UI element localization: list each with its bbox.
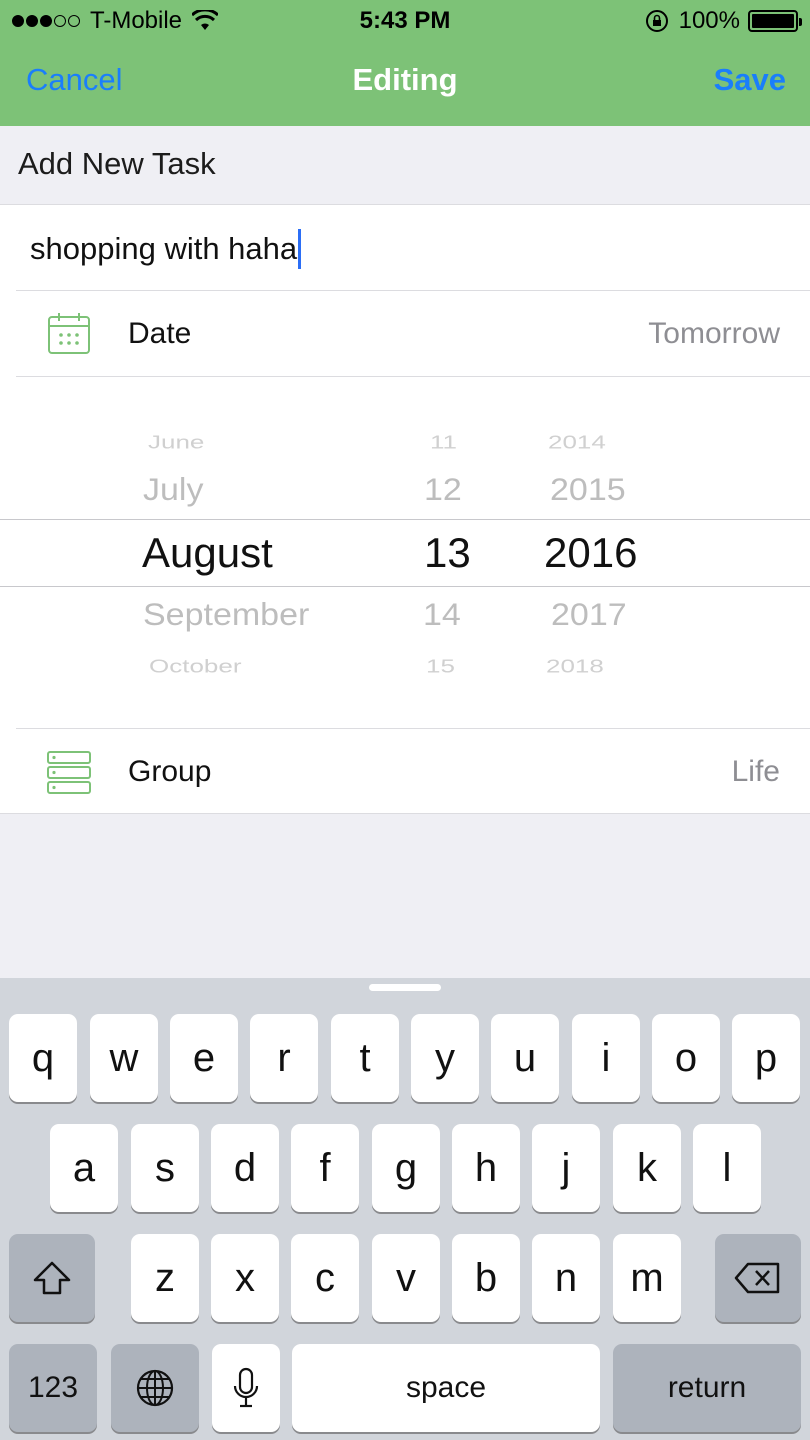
picker-selection-bottom [0, 586, 810, 587]
picker-day-item[interactable]: 14 [423, 598, 461, 634]
key-w[interactable]: w [90, 1014, 158, 1102]
picker-selection-top [0, 519, 810, 520]
key-s[interactable]: s [131, 1124, 199, 1212]
save-button[interactable]: Save [714, 62, 786, 98]
keyboard: q w e r t y u i o p a s d f g h j k l z … [0, 978, 810, 1440]
page-title: Editing [352, 62, 458, 97]
space-key[interactable]: space [292, 1344, 600, 1432]
dictation-key[interactable] [212, 1344, 280, 1432]
numbers-key[interactable]: 123 [9, 1344, 97, 1432]
picker-day-item[interactable]: 12 [424, 473, 462, 509]
key-i[interactable]: i [572, 1014, 640, 1102]
date-picker[interactable]: June July August September October 11 12… [0, 377, 810, 727]
navigation-bar: Cancel Editing Save [0, 48, 810, 118]
calendar-icon [48, 313, 90, 354]
group-value: Life [731, 755, 780, 788]
picker-year-item[interactable]: 2018 [546, 655, 604, 677]
key-h[interactable]: h [452, 1124, 520, 1212]
microphone-icon [233, 1367, 259, 1408]
shift-key[interactable] [9, 1234, 95, 1322]
key-c[interactable]: c [291, 1234, 359, 1322]
text-cursor [298, 229, 302, 269]
picker-month-item[interactable]: September [143, 598, 309, 634]
shift-icon [33, 1261, 71, 1295]
globe-key[interactable] [111, 1344, 199, 1432]
key-k[interactable]: k [613, 1124, 681, 1212]
return-key[interactable]: return [613, 1344, 801, 1432]
rotation-lock-icon [645, 10, 668, 32]
backspace-icon [734, 1262, 780, 1294]
key-b[interactable]: b [452, 1234, 520, 1322]
key-y[interactable]: y [411, 1014, 479, 1102]
picker-month-item[interactable]: July [143, 473, 203, 509]
delete-key[interactable] [715, 1234, 801, 1322]
date-label: Date [128, 317, 192, 350]
list-icon [47, 751, 91, 794]
key-a[interactable]: a [50, 1124, 118, 1212]
key-l[interactable]: l [693, 1124, 761, 1212]
section-title: Add New Task [18, 146, 216, 181]
picker-year-selected[interactable]: 2016 [544, 529, 637, 577]
picker-month-item[interactable]: October [149, 655, 242, 677]
date-row[interactable]: Date Tomorrow [0, 291, 810, 377]
key-r[interactable]: r [250, 1014, 318, 1102]
task-text-value: shopping with haha [30, 231, 298, 266]
picker-year-item[interactable]: 2015 [550, 473, 626, 509]
globe-icon [136, 1369, 174, 1407]
battery-percent: 100% [678, 7, 740, 34]
key-o[interactable]: o [652, 1014, 720, 1102]
key-z[interactable]: z [131, 1234, 199, 1322]
picker-month-selected[interactable]: August [142, 529, 273, 577]
battery-icon [748, 10, 802, 32]
key-n[interactable]: n [532, 1234, 600, 1322]
key-u[interactable]: u [491, 1014, 559, 1102]
key-t[interactable]: t [331, 1014, 399, 1102]
task-form: shopping with haha Date Tomorrow June Ju… [0, 204, 810, 814]
key-f[interactable]: f [291, 1124, 359, 1212]
key-p[interactable]: p [732, 1014, 800, 1102]
date-value: Tomorrow [648, 317, 780, 350]
picker-day-item[interactable]: 11 [430, 431, 457, 453]
key-q[interactable]: q [9, 1014, 77, 1102]
status-bar: T-Mobile 5:43 PM 100% [0, 0, 810, 40]
keyboard-handle[interactable] [369, 984, 441, 991]
picker-year-item[interactable]: 2017 [551, 598, 627, 634]
key-j[interactable]: j [532, 1124, 600, 1212]
key-m[interactable]: m [613, 1234, 681, 1322]
key-e[interactable]: e [170, 1014, 238, 1102]
key-v[interactable]: v [372, 1234, 440, 1322]
group-row[interactable]: Group Life [0, 729, 810, 815]
task-text-input[interactable]: shopping with haha [30, 229, 302, 269]
group-label: Group [128, 755, 212, 788]
picker-month-item[interactable]: June [148, 431, 204, 453]
picker-day-selected[interactable]: 13 [424, 529, 471, 577]
picker-day-item[interactable]: 15 [426, 655, 455, 677]
key-g[interactable]: g [372, 1124, 440, 1212]
key-d[interactable]: d [211, 1124, 279, 1212]
picker-year-item[interactable]: 2014 [548, 431, 606, 453]
header: T-Mobile 5:43 PM 100% Cancel Editing Sav… [0, 0, 810, 126]
key-x[interactable]: x [211, 1234, 279, 1322]
